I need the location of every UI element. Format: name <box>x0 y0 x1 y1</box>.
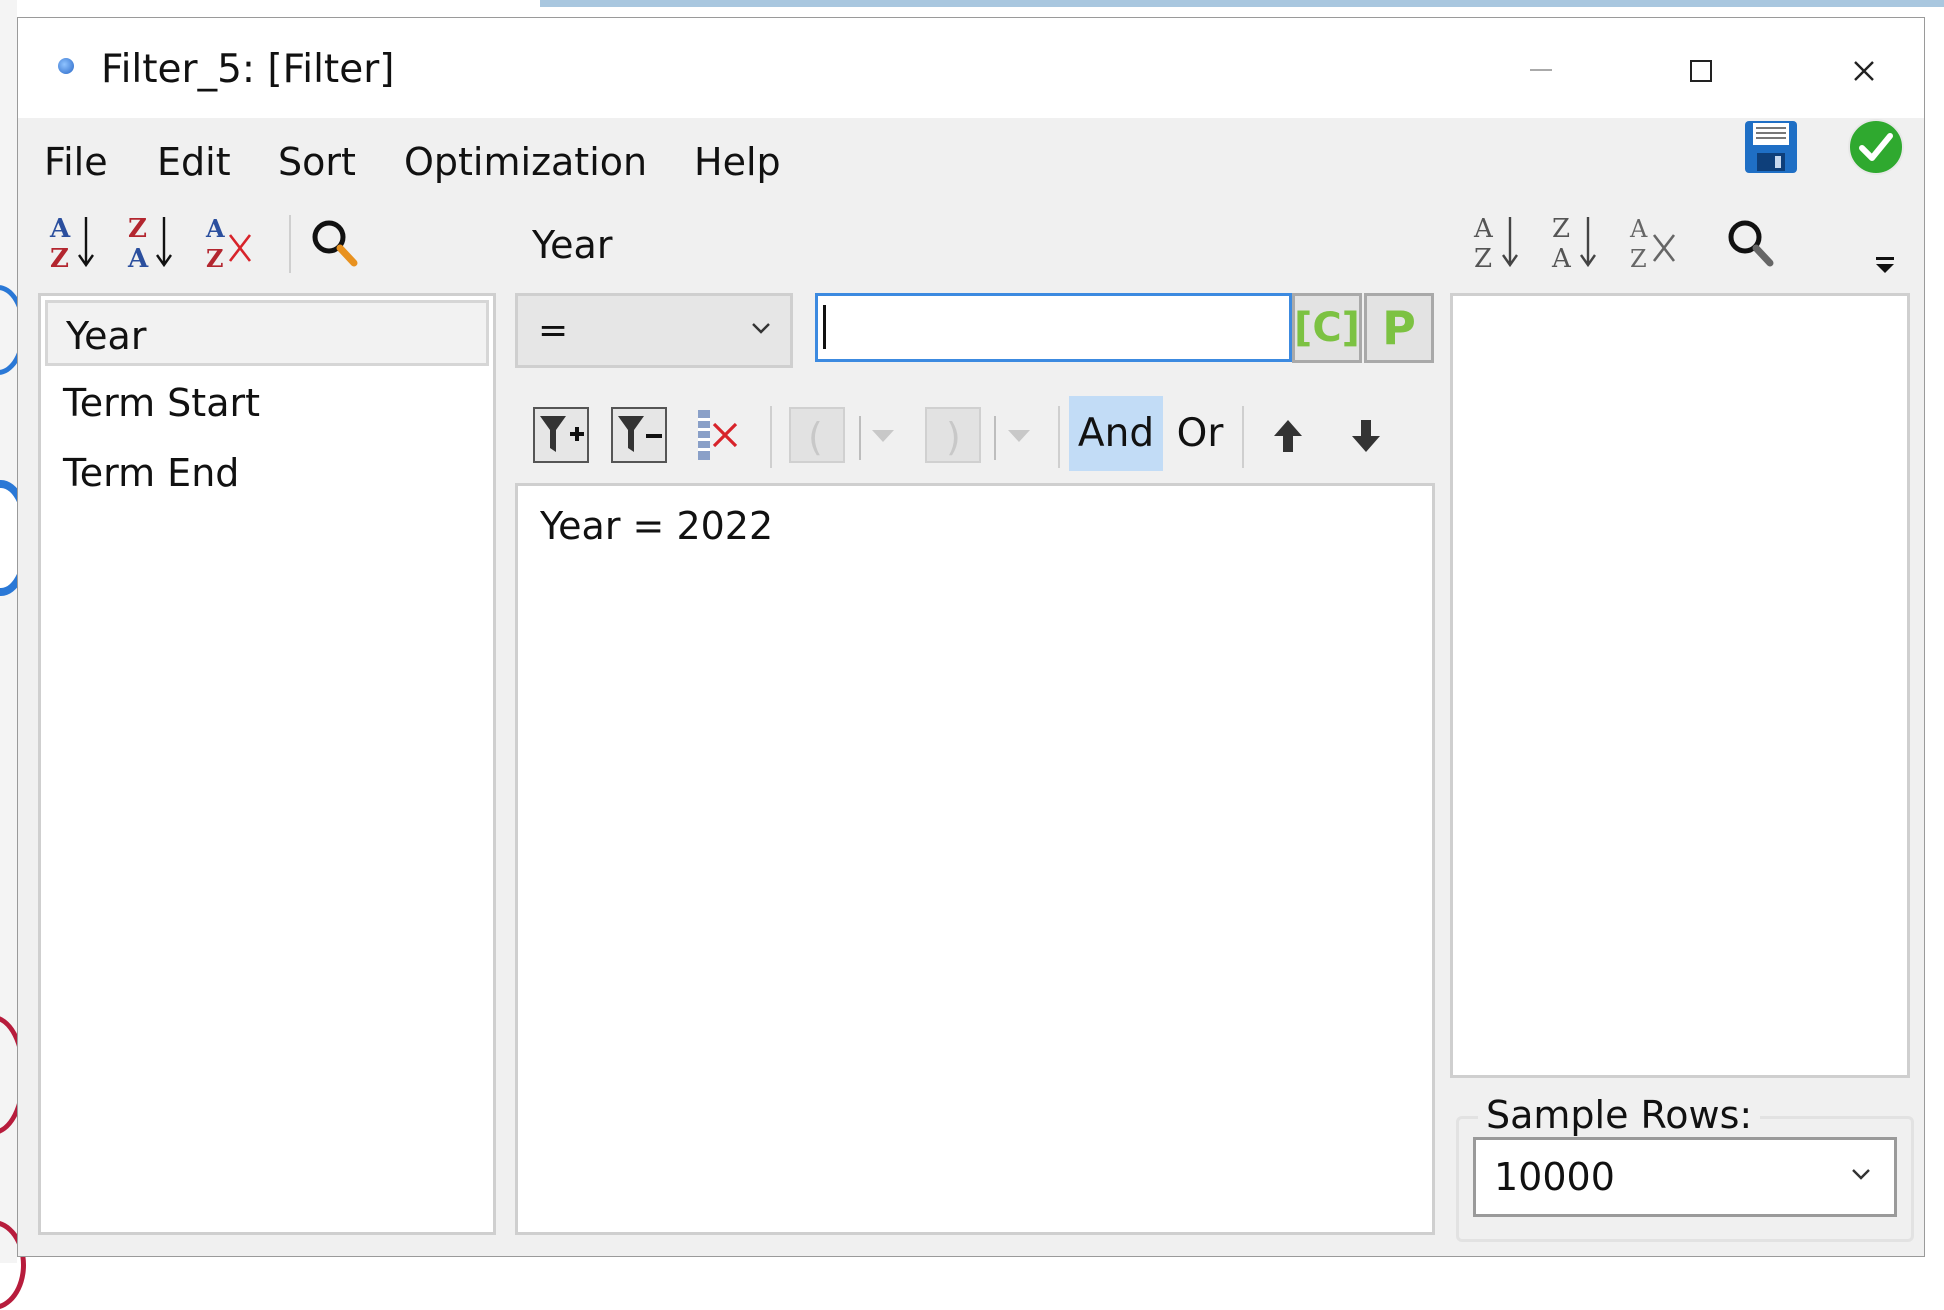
minimize-button[interactable] <box>1481 36 1601 106</box>
save-icon[interactable] <box>1743 119 1799 175</box>
chevron-down-icon[interactable] <box>866 418 900 452</box>
app-icon <box>58 58 74 74</box>
svg-text:): ) <box>946 415 961 459</box>
field-list: Year Term Start Term End <box>38 293 496 1235</box>
minimize-icon <box>1530 69 1552 71</box>
clear-conditions-icon[interactable] <box>690 406 748 464</box>
svg-text:A: A <box>1629 215 1648 243</box>
svg-text:Z: Z <box>1630 245 1647 273</box>
sort-descending-icon[interactable]: Z A <box>1548 211 1602 273</box>
sort-ascending-icon[interactable]: A Z <box>46 211 100 273</box>
clear-sort-icon[interactable]: A Z <box>202 211 256 273</box>
operator-value: = <box>538 310 569 351</box>
open-paren-icon[interactable]: ( <box>788 406 846 464</box>
clear-sort-icon[interactable]: A Z <box>1626 211 1680 273</box>
sort-ascending-icon[interactable]: A Z <box>1470 211 1524 273</box>
chevron-down-icon <box>750 296 772 390</box>
toolbar-separator <box>994 416 996 460</box>
svg-text:Z: Z <box>206 244 224 273</box>
field-list-item-term-start[interactable]: Term Start <box>45 370 489 436</box>
svg-text:A: A <box>205 214 225 243</box>
filter-window: Filter_5: [Filter] File Edit Sort Optimi… <box>17 17 1925 1257</box>
svg-text:A: A <box>1551 244 1572 273</box>
sort-descending-icon[interactable]: Z A <box>124 211 178 273</box>
sample-rows-select[interactable]: 10000 <box>1473 1137 1897 1217</box>
and-button[interactable]: And <box>1069 396 1163 471</box>
field-list-item-term-end[interactable]: Term End <box>45 440 489 506</box>
menu-file[interactable]: File <box>44 140 108 184</box>
toolbar-separator <box>770 406 772 468</box>
close-button[interactable] <box>1804 36 1924 106</box>
maximize-button[interactable] <box>1641 36 1761 106</box>
svg-text:A: A <box>127 244 149 273</box>
close-icon <box>1854 61 1874 81</box>
menu-edit[interactable]: Edit <box>157 140 231 184</box>
toolbar-separator <box>289 215 291 273</box>
svg-text:Z: Z <box>1474 244 1492 273</box>
values-list-panel[interactable] <box>1450 293 1910 1078</box>
svg-text:A: A <box>49 214 71 244</box>
ok-check-icon[interactable] <box>1848 119 1904 175</box>
move-up-icon[interactable] <box>1268 416 1308 456</box>
move-down-icon[interactable] <box>1346 416 1386 456</box>
toolbar-separator <box>1058 406 1060 468</box>
menu-sort[interactable]: Sort <box>278 140 356 184</box>
menu-bar: File Edit Sort Optimization Help <box>18 118 1924 188</box>
search-icon[interactable] <box>1724 215 1778 277</box>
remove-filter-icon[interactable] <box>610 406 668 464</box>
svg-text:(: ( <box>808 415 823 459</box>
menu-help[interactable]: Help <box>694 140 781 184</box>
parameter-button[interactable]: P <box>1364 293 1434 363</box>
desktop-background <box>540 0 1944 7</box>
toolbar-separator <box>859 416 861 460</box>
title-bar: Filter_5: [Filter] <box>18 18 1924 118</box>
menu-optimization[interactable]: Optimization <box>404 140 647 184</box>
constant-button[interactable]: [C] <box>1292 293 1362 363</box>
svg-text:Z: Z <box>1552 214 1570 244</box>
sample-rows-label: Sample Rows: <box>1478 1093 1761 1137</box>
add-filter-icon[interactable] <box>532 406 590 464</box>
chevron-down-icon <box>1850 1140 1872 1242</box>
search-icon[interactable] <box>308 215 362 277</box>
sample-rows-value: 10000 <box>1494 1155 1615 1199</box>
window-title: Filter_5: [Filter] <box>101 47 395 92</box>
operator-select[interactable]: = <box>515 293 793 368</box>
value-input[interactable] <box>815 293 1292 362</box>
toolbar-overflow-icon[interactable] <box>1873 253 1897 277</box>
current-field-label: Year <box>532 223 613 267</box>
text-caret <box>823 305 826 349</box>
checkmark-icon <box>1859 133 1893 161</box>
svg-text:Z: Z <box>50 244 69 273</box>
field-list-item-year[interactable]: Year <box>45 300 489 366</box>
close-paren-icon[interactable]: ) <box>924 406 982 464</box>
maximize-icon <box>1690 60 1712 82</box>
toolbar-separator <box>1242 406 1244 468</box>
chevron-down-icon[interactable] <box>1002 418 1036 452</box>
filter-expression[interactable]: Year = 2022 <box>540 504 773 548</box>
svg-text:Z: Z <box>128 214 147 244</box>
filter-expression-panel[interactable]: Year = 2022 <box>515 483 1435 1235</box>
or-button[interactable]: Or <box>1170 396 1230 471</box>
svg-text:A: A <box>1473 214 1494 244</box>
